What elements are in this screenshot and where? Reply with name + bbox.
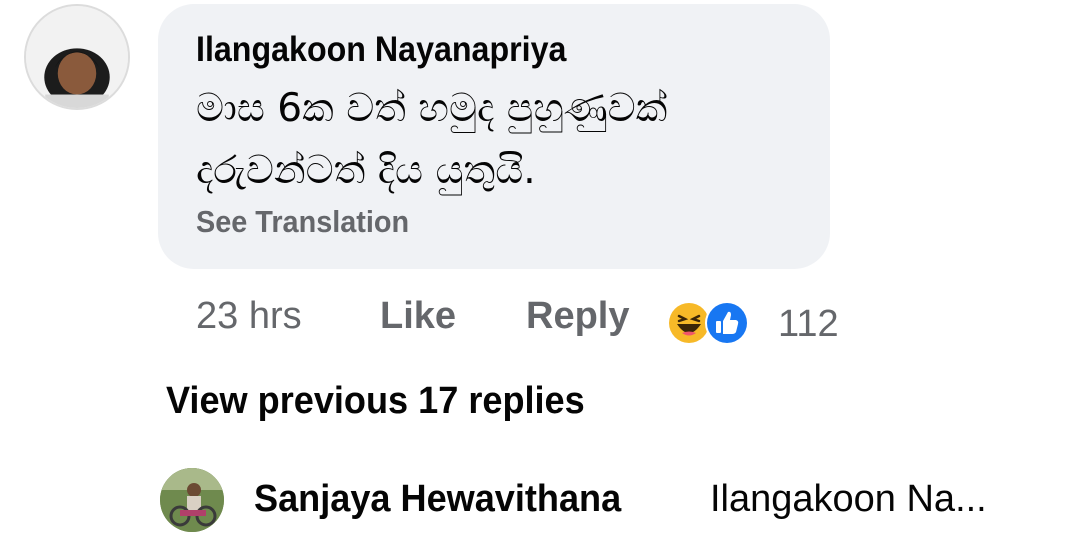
comment-thread: Ilangakoon Nayanapriya මාස 6ක වත් හමුද ප… bbox=[0, 0, 1080, 548]
comment-actions: 23 hrs Like Reply 112 bbox=[196, 292, 896, 345]
comment-timestamp[interactable]: 23 hrs bbox=[196, 292, 302, 340]
reply-preview-row[interactable]: Sanjaya Hewavithana Ilangakoon Na... bbox=[160, 466, 1060, 536]
like-icon bbox=[705, 301, 749, 345]
see-translation-link[interactable]: See Translation bbox=[196, 204, 409, 240]
comment-author-name[interactable]: Ilangakoon Nayanapriya bbox=[196, 28, 744, 72]
reply-author-avatar[interactable] bbox=[160, 468, 224, 532]
profile-photo-icon bbox=[26, 6, 128, 108]
commenter-avatar[interactable] bbox=[24, 4, 130, 110]
like-button[interactable]: Like bbox=[380, 292, 456, 340]
reaction-count[interactable]: 112 bbox=[778, 300, 839, 348]
reply-preview-text: Ilangakoon Na... bbox=[710, 478, 987, 520]
reply-button[interactable]: Reply bbox=[526, 292, 629, 340]
reaction-icons[interactable] bbox=[666, 300, 758, 350]
comment-bubble: Ilangakoon Nayanapriya මාස 6ක වත් හමුද ප… bbox=[158, 4, 830, 269]
view-previous-replies-link[interactable]: View previous 17 replies bbox=[166, 380, 585, 423]
profile-photo-icon bbox=[160, 468, 224, 532]
reply-author-name[interactable]: Sanjaya Hewavithana bbox=[254, 478, 621, 521]
comment-text: මාස 6ක වත් හමුද පුහුණුවක් දරුවන්ටත් දිය … bbox=[196, 86, 668, 193]
